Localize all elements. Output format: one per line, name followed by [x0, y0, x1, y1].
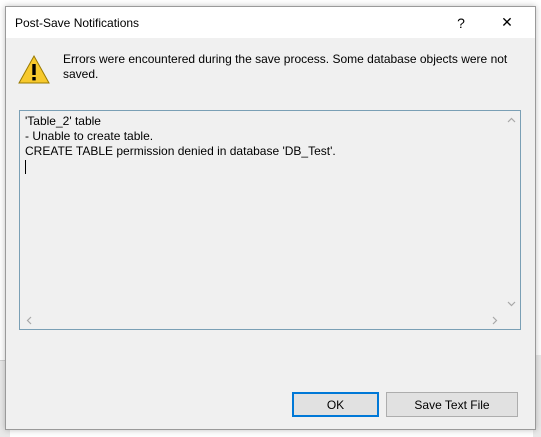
close-button[interactable]: ✕ — [487, 7, 527, 38]
details-line: 'Table_2' table — [25, 114, 101, 128]
details-line: - Unable to create table. — [25, 129, 154, 143]
scroll-up-icon[interactable] — [503, 111, 520, 128]
warning-icon — [18, 54, 50, 84]
save-text-file-button[interactable]: Save Text File — [386, 392, 518, 417]
scroll-left-icon[interactable] — [20, 312, 37, 329]
details-line: CREATE TABLE permission denied in databa… — [25, 144, 336, 158]
scroll-right-icon[interactable] — [486, 312, 503, 329]
error-message: Errors were encountered during the save … — [63, 52, 508, 81]
dialog-title: Post-Save Notifications — [15, 16, 140, 30]
details-textbox[interactable]: 'Table_2' table - Unable to create table… — [19, 110, 521, 330]
help-icon: ? — [457, 14, 465, 31]
vertical-scrollbar[interactable] — [503, 111, 520, 312]
post-save-notifications-dialog: Post-Save Notifications ? ✕ Errors were … — [5, 6, 536, 430]
scroll-down-icon[interactable] — [503, 295, 520, 312]
title-bar: Post-Save Notifications ? ✕ — [6, 7, 535, 38]
close-icon: ✕ — [501, 14, 513, 30]
ok-button[interactable]: OK — [292, 392, 379, 417]
help-button[interactable]: ? — [441, 7, 481, 38]
text-caret — [25, 159, 498, 174]
details-text: 'Table_2' table - Unable to create table… — [20, 111, 503, 312]
horizontal-scrollbar[interactable] — [20, 312, 503, 329]
